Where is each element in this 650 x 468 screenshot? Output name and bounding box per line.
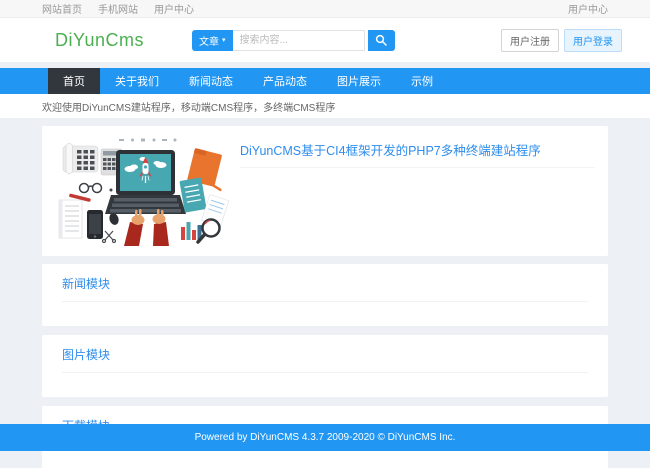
login-button[interactable]: 用户登录	[564, 29, 622, 52]
hero-image[interactable]	[55, 136, 230, 246]
nav-item-products[interactable]: 产品动态	[248, 68, 322, 94]
hero-title-link[interactable]: DiYunCMS基于CI4框架开发的PHP7多种终端建站程序	[240, 140, 595, 168]
hero-body: DiYunCMS基于CI4框架开发的PHP7多种终端建站程序	[230, 136, 595, 246]
search-category-dropdown[interactable]: 文章 ▾	[192, 30, 233, 51]
header-actions: 用户注册 用户登录	[501, 29, 622, 52]
content-area: DiYunCMS基于CI4框架开发的PHP7多种终端建站程序 新闻模块 图片模块…	[0, 118, 650, 468]
nav-item-about[interactable]: 关于我们	[100, 68, 174, 94]
nav-item-demo[interactable]: 示例	[396, 68, 448, 94]
nav-item-news[interactable]: 新闻动态	[174, 68, 248, 94]
welcome-text: 欢迎使用DiYunCMS建站程序，移动端CMS程序，多终端CMS程序	[42, 99, 335, 114]
topbar-link-home[interactable]: 网站首页	[42, 1, 82, 16]
chevron-down-icon: ▾	[222, 37, 226, 44]
site-logo[interactable]: DiYunCms	[55, 30, 144, 51]
topbar-link-usercenter-right[interactable]: 用户中心	[568, 1, 608, 16]
nav-item-gallery[interactable]: 图片展示	[322, 68, 396, 94]
footer-text: Powered by DiYunCMS 4.3.7 2009-2020 © Di…	[195, 432, 456, 443]
utility-bar: 网站首页 手机网站 用户中心 用户中心	[0, 0, 650, 18]
search-input[interactable]	[233, 30, 365, 51]
nav-item-home[interactable]: 首页	[48, 68, 100, 94]
section-news-module: 新闻模块	[42, 264, 608, 326]
section-title: 新闻模块	[62, 275, 588, 302]
search-bar: 文章 ▾	[192, 30, 395, 51]
magnifier-icon	[375, 34, 387, 46]
topbar-link-mobile[interactable]: 手机网站	[98, 1, 138, 16]
register-button[interactable]: 用户注册	[501, 29, 559, 52]
welcome-strip: 欢迎使用DiYunCMS建站程序，移动端CMS程序，多终端CMS程序	[0, 94, 650, 118]
section-body	[62, 302, 588, 312]
main-nav: 首页 关于我们 新闻动态 产品动态 图片展示 示例	[0, 68, 650, 94]
footer: Powered by DiYunCMS 4.3.7 2009-2020 © Di…	[0, 424, 650, 451]
section-title: 图片模块	[62, 346, 588, 373]
search-button[interactable]	[368, 30, 395, 51]
header: DiYunCms 文章 ▾ 用户注册 用户登录	[0, 18, 650, 62]
topbar-link-usercenter[interactable]: 用户中心	[154, 1, 194, 16]
hero-card: DiYunCMS基于CI4框架开发的PHP7多种终端建站程序	[42, 126, 608, 256]
search-category-label: 文章	[199, 33, 219, 48]
section-picture-module: 图片模块	[42, 335, 608, 397]
workspace-illustration	[55, 136, 230, 246]
section-body	[62, 373, 588, 383]
